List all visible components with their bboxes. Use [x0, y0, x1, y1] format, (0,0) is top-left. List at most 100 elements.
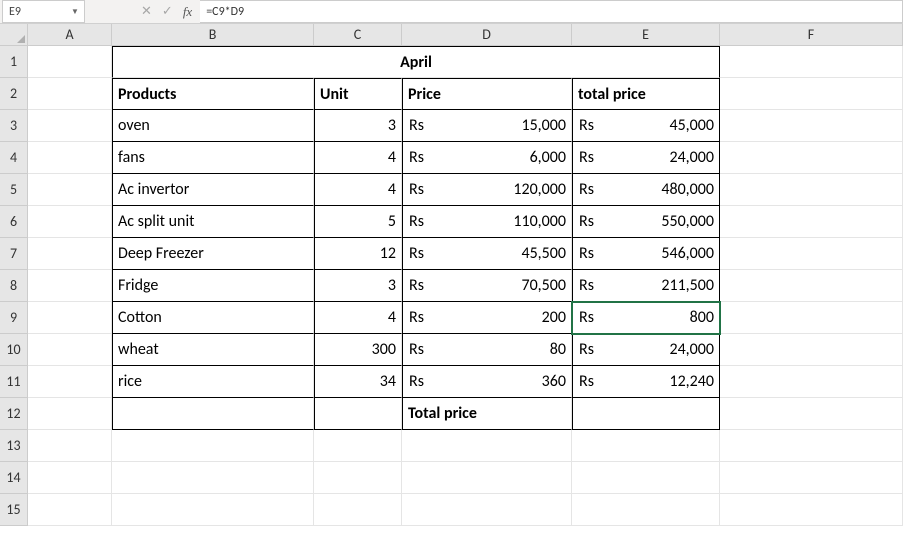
cell-E13[interactable]: [572, 430, 720, 462]
cell-A4[interactable]: [28, 142, 112, 174]
cell-A14[interactable]: [28, 462, 112, 494]
cell-A11[interactable]: [28, 366, 112, 398]
cell-price-5[interactable]: Rs120,000: [402, 174, 572, 206]
cell-F10[interactable]: [720, 334, 903, 366]
cell-F14[interactable]: [720, 462, 903, 494]
row-header-1[interactable]: 1: [0, 46, 28, 78]
cell-total-5[interactable]: Rs480,000: [572, 174, 720, 206]
cell-price-9[interactable]: Rs200: [402, 302, 572, 334]
cell-A15[interactable]: [28, 494, 112, 526]
cell-product-3[interactable]: oven: [112, 110, 314, 142]
cell-header-unit[interactable]: Unit: [314, 78, 402, 110]
cell-header-price[interactable]: Price: [402, 78, 572, 110]
row-header-11[interactable]: 11: [0, 366, 28, 398]
cell-total-8[interactable]: Rs211,500: [572, 270, 720, 302]
cell-F6[interactable]: [720, 206, 903, 238]
cell-total-6[interactable]: Rs550,000: [572, 206, 720, 238]
cell-F11[interactable]: [720, 366, 903, 398]
cell-unit-5[interactable]: 4: [314, 174, 402, 206]
cell-A7[interactable]: [28, 238, 112, 270]
cell-unit-4[interactable]: 4: [314, 142, 402, 174]
column-header-C[interactable]: C: [314, 24, 402, 45]
cell-D15[interactable]: [402, 494, 572, 526]
cell-product-6[interactable]: Ac split unit: [112, 206, 314, 238]
cell-A12[interactable]: [28, 398, 112, 430]
cell-D13[interactable]: [402, 430, 572, 462]
name-box[interactable]: E9 ▼: [2, 0, 85, 23]
cell-F4[interactable]: [720, 142, 903, 174]
cell-product-11[interactable]: rice: [112, 366, 314, 398]
row-header-8[interactable]: 8: [0, 270, 28, 302]
confirm-icon[interactable]: ✓: [162, 4, 173, 19]
cell-price-6[interactable]: Rs110,000: [402, 206, 572, 238]
cell-unit-8[interactable]: 3: [314, 270, 402, 302]
cell-total-11[interactable]: Rs12,240: [572, 366, 720, 398]
cell-product-4[interactable]: fans: [112, 142, 314, 174]
cell-unit-3[interactable]: 3: [314, 110, 402, 142]
cell-F7[interactable]: [720, 238, 903, 270]
cell-header-products[interactable]: Products: [112, 78, 314, 110]
cell-footer-label[interactable]: Total price: [402, 398, 572, 430]
cell-F13[interactable]: [720, 430, 903, 462]
cell-B12[interactable]: [112, 398, 314, 430]
cell-product-10[interactable]: wheat: [112, 334, 314, 366]
cell-product-9[interactable]: Cotton: [112, 302, 314, 334]
cell-A5[interactable]: [28, 174, 112, 206]
cell-price-10[interactable]: Rs80: [402, 334, 572, 366]
cell-A1[interactable]: [28, 46, 112, 78]
row-header-14[interactable]: 14: [0, 462, 28, 494]
cell-price-7[interactable]: Rs45,500: [402, 238, 572, 270]
row-header-9[interactable]: 9: [0, 302, 28, 334]
cancel-icon[interactable]: ✕: [141, 4, 152, 19]
cell-unit-6[interactable]: 5: [314, 206, 402, 238]
row-header-12[interactable]: 12: [0, 398, 28, 430]
cell-price-3[interactable]: Rs15,000: [402, 110, 572, 142]
cell-F12[interactable]: [720, 398, 903, 430]
cell-unit-10[interactable]: 300: [314, 334, 402, 366]
cell-F1[interactable]: [720, 46, 903, 78]
column-header-E[interactable]: E: [572, 24, 720, 45]
cell-A10[interactable]: [28, 334, 112, 366]
cell-E15[interactable]: [572, 494, 720, 526]
row-header-6[interactable]: 6: [0, 206, 28, 238]
cells-area[interactable]: AprilProductsUnitPricetotal priceoven3Rs…: [28, 46, 903, 526]
column-header-F[interactable]: F: [720, 24, 903, 45]
cell-product-5[interactable]: Ac invertor: [112, 174, 314, 206]
cell-C14[interactable]: [314, 462, 402, 494]
row-header-10[interactable]: 10: [0, 334, 28, 366]
cell-price-8[interactable]: Rs70,500: [402, 270, 572, 302]
row-header-15[interactable]: 15: [0, 494, 28, 526]
cell-unit-9[interactable]: 4: [314, 302, 402, 334]
cell-footer-total[interactable]: [572, 398, 720, 430]
cell-C12[interactable]: [314, 398, 402, 430]
cell-product-8[interactable]: Fridge: [112, 270, 314, 302]
cell-E14[interactable]: [572, 462, 720, 494]
name-box-dropdown-icon[interactable]: ▼: [68, 1, 82, 22]
cell-F2[interactable]: [720, 78, 903, 110]
cell-total-9[interactable]: Rs800: [572, 302, 720, 334]
cell-A6[interactable]: [28, 206, 112, 238]
fx-icon[interactable]: fx: [183, 4, 192, 20]
select-all-corner[interactable]: [0, 24, 28, 45]
cell-A13[interactable]: [28, 430, 112, 462]
cell-A8[interactable]: [28, 270, 112, 302]
cell-F3[interactable]: [720, 110, 903, 142]
row-header-3[interactable]: 3: [0, 110, 28, 142]
cell-unit-7[interactable]: 12: [314, 238, 402, 270]
cell-total-3[interactable]: Rs45,000: [572, 110, 720, 142]
row-header-4[interactable]: 4: [0, 142, 28, 174]
cell-F8[interactable]: [720, 270, 903, 302]
column-header-B[interactable]: B: [112, 24, 314, 45]
cell-D14[interactable]: [402, 462, 572, 494]
cell-price-11[interactable]: Rs360: [402, 366, 572, 398]
column-header-D[interactable]: D: [402, 24, 572, 45]
cell-total-4[interactable]: Rs24,000: [572, 142, 720, 174]
cell-product-7[interactable]: Deep Freezer: [112, 238, 314, 270]
cell-total-7[interactable]: Rs546,000: [572, 238, 720, 270]
cell-total-10[interactable]: Rs24,000: [572, 334, 720, 366]
row-header-5[interactable]: 5: [0, 174, 28, 206]
row-header-2[interactable]: 2: [0, 78, 28, 110]
cell-F15[interactable]: [720, 494, 903, 526]
column-header-A[interactable]: A: [28, 24, 112, 45]
cell-unit-11[interactable]: 34: [314, 366, 402, 398]
